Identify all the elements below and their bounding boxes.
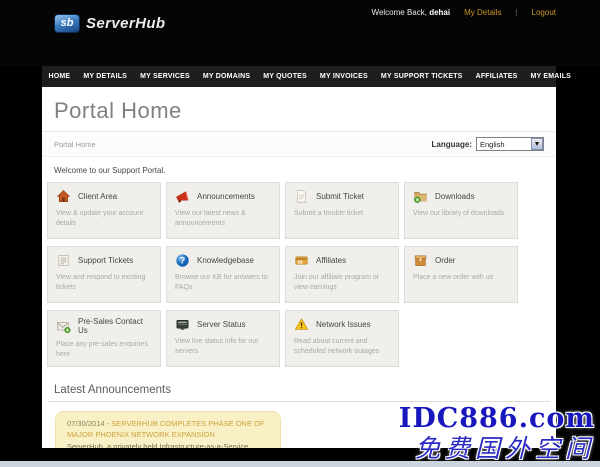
portal-box-announcements[interactable]: Announcements View our latest news & ann… [166, 182, 280, 239]
main-panel: Portal Home Portal Home Language: Englis… [42, 87, 556, 448]
user-links: Welcome Back, dehai My Details | Logout [372, 8, 556, 17]
portal-box-pre-sales-contact-us[interactable]: Pre-Sales Contact Us Place any pre-sales… [47, 310, 161, 367]
nav-item-my-support-tickets[interactable]: MY SUPPORT TICKETS [374, 66, 469, 87]
portal-box-description: Submit a trouble ticket [294, 210, 364, 217]
language-label: Language: [431, 139, 472, 149]
svg-text:$$: $$ [298, 259, 303, 264]
portal-box-title: Knowledgebase [197, 256, 254, 265]
portal-box-title: Pre-Sales Contact Us [78, 317, 143, 335]
envelope-icon [56, 319, 71, 334]
language-area: Language: English [432, 137, 544, 151]
portal-box-support-tickets[interactable]: Support Tickets View and respond to exis… [47, 246, 161, 303]
welcome-prefix: Welcome Back, [371, 8, 427, 17]
portal-box-title: Client Area [78, 192, 118, 201]
content-column: HOME MY DETAILS MY SERVICES MY DOMAINS MY QU… [42, 66, 571, 448]
portal-box-description: Join our affiliate program or view earni… [294, 274, 380, 292]
page-icon [294, 189, 309, 204]
portal-box-server-status[interactable]: Server Status View live status info for … [166, 310, 280, 367]
portal-box-client-area[interactable]: Client Area View & update your account d… [47, 182, 161, 239]
card-icon: $$ [294, 253, 309, 268]
folder-download-icon [413, 189, 428, 204]
nav-item-my-services[interactable]: MY SERVICES [134, 66, 197, 87]
serverhub-logo-icon: sb [54, 14, 80, 33]
portal-box-affiliates[interactable]: $$ Affiliates Join our affiliate program… [285, 246, 399, 303]
portal-box-description: Browse our KB for answers to FAQs [175, 274, 268, 292]
portal-box-title: Server Status [197, 320, 246, 329]
portal-box-title: Announcements [197, 192, 255, 201]
portal-box-title: Downloads [435, 192, 475, 201]
main-nav: HOME MY DETAILS MY SERVICES MY DOMAINS MY QU… [42, 66, 571, 87]
welcome-message: Welcome to our Support Portal. [54, 166, 166, 175]
portal-box-description: View our library of downloads [413, 210, 505, 217]
username: dehai [429, 8, 451, 17]
top-bar: sb ServerHub Welcome Back, dehai My Deta… [0, 0, 600, 66]
house-icon [56, 189, 71, 204]
announcements-list: 07/30/2014 - SERVERHUB COMPLETES PHASE O… [42, 411, 556, 448]
dropdown-arrow-icon[interactable] [531, 138, 543, 150]
svg-text:?: ? [180, 256, 185, 266]
nav-item-my-quotes[interactable]: MY QUOTES [257, 66, 314, 87]
portal-box-order[interactable]: Order Place a new order with us [404, 246, 518, 303]
portal-box-title: Support Tickets [78, 256, 134, 265]
page-title: Portal Home [54, 98, 182, 123]
announcement-date: 07/30/2014 [67, 419, 105, 428]
portal-box-submit-ticket[interactable]: Submit Ticket Submit a trouble ticket [285, 182, 399, 239]
page-header: Portal Home [42, 87, 556, 132]
package-icon [413, 253, 428, 268]
my-details-link[interactable]: My Details [464, 8, 501, 17]
portal-box-description: View live status info for our servers [175, 338, 259, 356]
language-selected-value: English [480, 139, 505, 149]
warning-icon [294, 317, 309, 332]
nav-item-my-invoices[interactable]: MY INVOICES [313, 66, 374, 87]
portal-box-title: Order [435, 256, 456, 265]
breadcrumb[interactable]: Portal Home [54, 140, 96, 149]
portal-box-title: Network Issues [316, 320, 371, 329]
announcement-excerpt: ServerHub, a privately held Infrastructu… [67, 441, 249, 448]
portal-box-description: View & update your account details [56, 210, 144, 228]
breadcrumb-row: Portal Home Language: English [42, 132, 556, 157]
monitor-icon [175, 317, 190, 332]
portal-box-description: View and respond to existing tickets [56, 274, 146, 292]
welcome-back-text: Welcome Back, dehai [372, 8, 451, 17]
latest-announcements-title: Latest Announcements [48, 384, 550, 402]
portal-box-description: Read about current and scheduled network… [294, 338, 380, 356]
portal-box-downloads[interactable]: Downloads View our library of downloads [404, 182, 518, 239]
nav-item-my-details[interactable]: MY DETAILS [77, 66, 134, 87]
nav-item-affiliates[interactable]: AFFILIATES [469, 66, 524, 87]
portal-box-title: Submit Ticket [316, 192, 365, 201]
portal-box-network-issues[interactable]: Network Issues Read about current and sc… [285, 310, 399, 367]
logout-link[interactable]: Logout [532, 8, 556, 17]
portal-box-description: Place any pre-sales enquiries here [56, 341, 148, 359]
nav-item-home[interactable]: HOME [42, 66, 77, 87]
portal-home-screen: sb ServerHub Welcome Back, dehai My Deta… [0, 0, 600, 467]
language-select[interactable]: English [476, 137, 544, 151]
portal-box-description: View our latest news & announcements [175, 210, 246, 228]
logo-text: ServerHub [86, 15, 166, 32]
nav-item-my-emails[interactable]: MY EMAILS [524, 66, 578, 87]
question-ball-icon: ? [175, 253, 190, 268]
portal-box-knowledgebase[interactable]: ? Knowledgebase Browse our KB for answer… [166, 246, 280, 303]
note-icon [56, 253, 71, 268]
portal-boxes-grid: Client Area View & update your account d… [42, 178, 556, 374]
nav-item-my-domains[interactable]: MY DOMAINS [196, 66, 256, 87]
bottom-strip [0, 461, 600, 467]
portal-box-title: Affiliates [316, 256, 347, 265]
link-separator: | [515, 8, 518, 17]
serverhub-logo[interactable]: sb ServerHub [54, 14, 165, 33]
announcement-item: 07/30/2014 - SERVERHUB COMPLETES PHASE O… [55, 411, 281, 448]
portal-box-description: Place a new order with us [413, 274, 494, 281]
megaphone-icon [175, 189, 190, 204]
